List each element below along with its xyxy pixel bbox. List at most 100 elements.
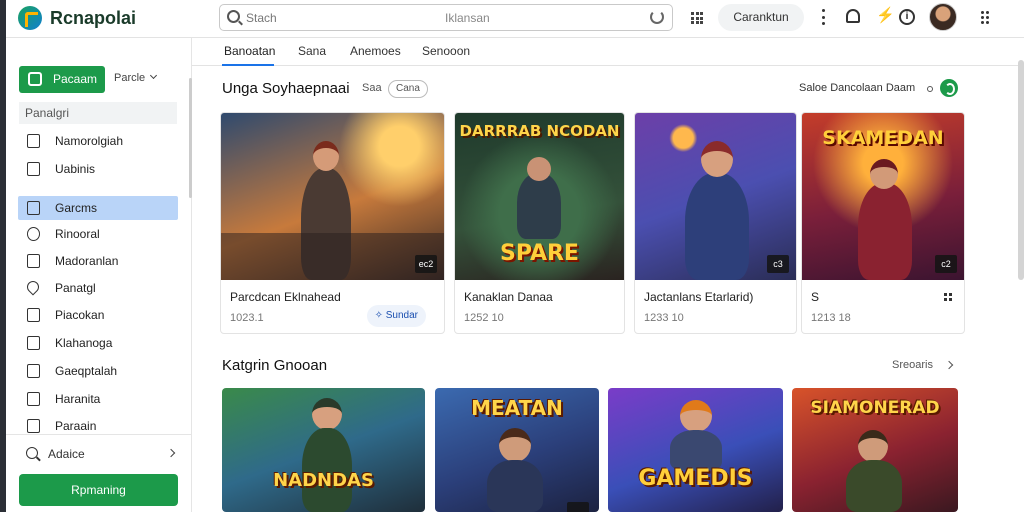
card-badge: c3 bbox=[767, 255, 789, 273]
sidebar-item-label: Rinooral bbox=[55, 227, 100, 241]
thumb-title-text: SKAMEDAN bbox=[822, 127, 944, 149]
thumb-title-text: DARRRAB NCODAN bbox=[459, 122, 620, 140]
main-scrollbar[interactable] bbox=[1018, 60, 1024, 280]
character-head bbox=[680, 400, 712, 432]
section-title: Katgrin Gnooan bbox=[222, 357, 328, 374]
search-input[interactable]: Stach bbox=[246, 11, 277, 25]
sidebar-divider bbox=[6, 434, 192, 435]
circle-icon[interactable] bbox=[927, 86, 933, 92]
game-card[interactable]: c3 Jactanlans Etarlarid) 1233 10 bbox=[634, 112, 797, 334]
tab-3[interactable]: Senooon bbox=[422, 44, 470, 58]
file-icon bbox=[27, 308, 40, 322]
character-figure bbox=[487, 460, 543, 512]
sidebar-select[interactable]: Parcle bbox=[114, 71, 158, 84]
tab-1[interactable]: Sana bbox=[298, 44, 326, 58]
card-title: S bbox=[811, 290, 820, 304]
square-icon bbox=[28, 72, 42, 86]
sidebar-item-label: Madoranlan bbox=[55, 254, 119, 268]
sidebar: Pacaam Parcle Panalgri Namorolgiah Uabin… bbox=[6, 38, 192, 512]
apps-grid-icon[interactable] bbox=[691, 12, 703, 24]
tab-0[interactable]: Banoatan bbox=[224, 44, 275, 58]
sidebar-item-label: Garcms bbox=[55, 201, 97, 215]
thumb-subtitle-text: SPARE bbox=[500, 241, 579, 266]
sidebar-item-label: Panatgl bbox=[55, 281, 96, 295]
sidebar-item-0[interactable]: Namorolgiah bbox=[18, 129, 178, 153]
refresh-icon[interactable] bbox=[650, 10, 664, 24]
card-badge: c2 bbox=[935, 255, 957, 273]
sidebar-item-label: Gaeqptalah bbox=[55, 364, 118, 378]
bell-icon[interactable] bbox=[846, 9, 860, 23]
search-bar[interactable]: Stach Iklansan bbox=[219, 4, 673, 31]
sidebar-item-1[interactable]: Uabinis bbox=[18, 157, 178, 181]
sidebar-primary-button[interactable]: Pacaam bbox=[19, 66, 105, 93]
card-title: Parcdcan Eklnahead bbox=[230, 290, 341, 304]
info-icon[interactable]: i bbox=[899, 9, 915, 25]
app-title: Rcnapolai bbox=[50, 8, 137, 28]
location-icon bbox=[24, 278, 42, 296]
game-thumbnail: DARRRAB NCODAN SPARE bbox=[455, 113, 624, 280]
tab-2[interactable]: Anemoes bbox=[350, 44, 401, 58]
sidebar-item-label: Haranita bbox=[55, 392, 101, 406]
file-icon bbox=[27, 419, 40, 433]
sidebar-search[interactable]: Adaice bbox=[18, 442, 178, 466]
card-title: Jactanlans Etarlarid) bbox=[644, 290, 754, 304]
game-card[interactable]: DARRRAB NCODAN SPARE Kanaklan Danaa 1252… bbox=[454, 112, 625, 334]
game-card[interactable]: ec2 Parcdcan Eklnahead 1023.1 ✧ Sundar bbox=[220, 112, 445, 334]
sidebar-item-6[interactable]: Piacokan bbox=[18, 303, 178, 327]
filter-chip[interactable]: Cana bbox=[388, 80, 428, 98]
sidebar-item-label: Klahanoga bbox=[55, 336, 113, 350]
category-tile[interactable]: MEATAN bbox=[435, 388, 599, 512]
card-action-button[interactable]: ✧ Sundar bbox=[366, 305, 426, 327]
tile-title-text: NADNDAS bbox=[273, 470, 374, 491]
tile-title-text: SIAMONERAD bbox=[810, 398, 940, 418]
sparkle-icon: ✧ bbox=[374, 310, 386, 321]
character-figure bbox=[846, 460, 902, 512]
sidebar-item-5[interactable]: Panatgl bbox=[18, 276, 178, 300]
character-figure bbox=[685, 173, 749, 280]
sidebar-search-label: Adaice bbox=[48, 447, 85, 461]
character-head bbox=[499, 428, 531, 462]
sidebar-item-9[interactable]: Haranita bbox=[18, 387, 178, 411]
refresh-icon[interactable] bbox=[940, 79, 958, 97]
section-title: Unga Soyhaepnaai bbox=[222, 80, 350, 97]
chevron-right-icon[interactable] bbox=[944, 360, 954, 370]
see-all-link[interactable]: Sreoaris bbox=[892, 359, 933, 371]
top-bar: Rcnapolai Stach Iklansan Caranktun ⚡ i bbox=[6, 0, 1024, 38]
bolt-icon[interactable]: ⚡ bbox=[876, 6, 895, 24]
category-tile[interactable]: NADNDAS bbox=[222, 388, 425, 512]
card-meta: 1252 10 bbox=[464, 312, 504, 324]
search-icon bbox=[227, 10, 240, 23]
sidebar-item-7[interactable]: Klahanoga bbox=[18, 331, 178, 355]
sidebar-scrollbar[interactable] bbox=[189, 78, 192, 198]
sidebar-cta-button[interactable]: Rpmaning bbox=[19, 474, 178, 506]
menu-dots-icon[interactable] bbox=[981, 11, 991, 24]
main-tabs: Banoatan Sana Anemoes Senooon bbox=[192, 38, 1024, 66]
games-icon bbox=[27, 201, 40, 215]
category-tile[interactable]: SIAMONERAD bbox=[792, 388, 958, 512]
app-logo-icon[interactable] bbox=[18, 6, 42, 30]
tile-title-text: GAMEDIS bbox=[638, 466, 753, 491]
character-figure bbox=[517, 173, 561, 239]
game-card[interactable]: SKAMEDAN c2 S 1213 18 bbox=[801, 112, 965, 334]
character-head bbox=[312, 398, 342, 430]
more-options-icon[interactable] bbox=[944, 293, 954, 301]
search-hint: Iklansan bbox=[445, 11, 490, 25]
card-meta: 1023.1 bbox=[230, 312, 264, 324]
section-right-label[interactable]: Saloe Dancolaan Daam bbox=[799, 82, 915, 94]
sidebar-item-label: Namorolgiah bbox=[55, 134, 124, 148]
chevron-right-icon bbox=[166, 448, 176, 458]
sidebar-item-3[interactable]: Rinooral bbox=[18, 222, 178, 246]
top-action-button[interactable]: Caranktun bbox=[718, 4, 804, 31]
sidebar-item-2[interactable]: Garcms bbox=[18, 196, 178, 220]
sidebar-item-8[interactable]: Gaeqptalah bbox=[18, 359, 178, 383]
more-options-icon[interactable] bbox=[821, 9, 825, 25]
card-title: Kanaklan Danaa bbox=[464, 290, 553, 304]
tile-badge bbox=[567, 502, 589, 512]
sidebar-item-10[interactable]: Paraain bbox=[18, 414, 178, 434]
section-subtitle: Saa bbox=[362, 82, 382, 94]
sidebar-item-4[interactable]: Madoranlan bbox=[18, 249, 178, 273]
character-head bbox=[313, 141, 339, 171]
avatar[interactable] bbox=[929, 3, 957, 31]
sidebar-select-label: Parcle bbox=[114, 72, 146, 84]
category-tile[interactable]: GAMEDIS bbox=[608, 388, 783, 512]
